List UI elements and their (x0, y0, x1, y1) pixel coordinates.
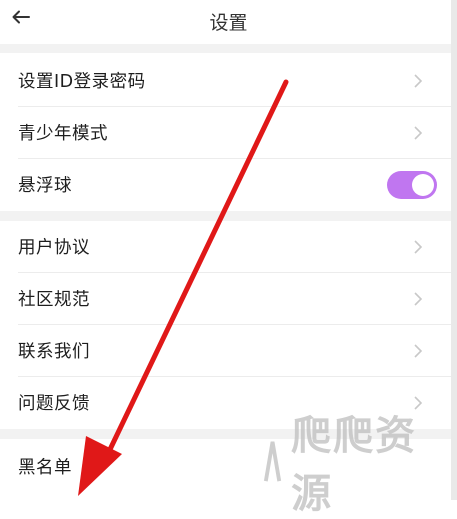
chevron-right-icon (414, 73, 423, 88)
settings-item-label: 青少年模式 (18, 124, 108, 144)
settings-item-user-agreement[interactable]: 用户协议 (0, 221, 457, 272)
settings-item-label: 问题反馈 (18, 394, 90, 414)
watermark-logo-icon (263, 441, 282, 482)
watermark-text: 爬爬资源 (291, 412, 418, 517)
settings-item-float-ball: 悬浮球 (0, 159, 457, 210)
chevron-right-icon (414, 291, 423, 306)
settings-item-label: 社区规范 (18, 290, 90, 310)
settings-item-teen-mode[interactable]: 青少年模式 (0, 107, 457, 158)
chevron-right-icon (414, 239, 423, 254)
watermark: 爬爬资源 (262, 412, 452, 517)
chevron-right-icon (414, 343, 423, 358)
settings-item-community-rules[interactable]: 社区规范 (0, 273, 457, 324)
section-divider (0, 211, 457, 221)
float-ball-toggle[interactable] (387, 170, 437, 199)
top-bar: 设置 (0, 0, 457, 40)
settings-item-label: 用户协议 (18, 238, 90, 258)
settings-item-label: 黑名单 (18, 458, 72, 478)
settings-item-label: 设置ID登录密码 (18, 72, 146, 92)
chevron-right-icon (414, 125, 423, 140)
page-title: 设置 (209, 12, 248, 34)
toggle-knob (412, 173, 434, 196)
settings-item-label: 悬浮球 (18, 176, 72, 196)
settings-item-password[interactable]: 设置ID登录密码 (0, 55, 457, 106)
section-divider (0, 44, 457, 53)
settings-item-contact-us[interactable]: 联系我们 (0, 325, 457, 376)
settings-item-label: 联系我们 (18, 342, 90, 362)
